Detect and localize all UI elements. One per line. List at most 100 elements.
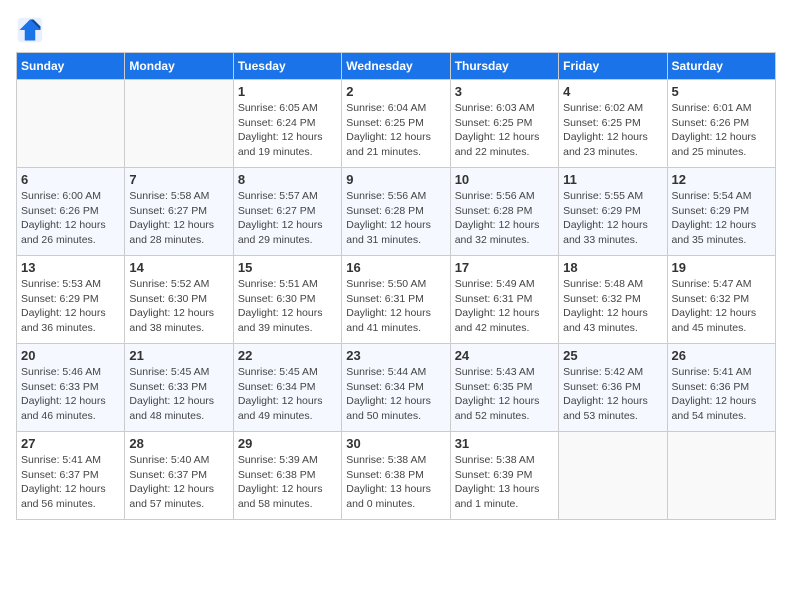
- weekday-header-sunday: Sunday: [17, 53, 125, 80]
- calendar-cell: 3 Sunrise: 6:03 AMSunset: 6:25 PMDaylight…: [450, 80, 558, 168]
- day-info: Sunrise: 5:43 AMSunset: 6:35 PMDaylight:…: [455, 365, 554, 424]
- calendar-cell: [559, 432, 667, 520]
- weekday-header-saturday: Saturday: [667, 53, 775, 80]
- day-info: Sunrise: 5:46 AMSunset: 6:33 PMDaylight:…: [21, 365, 120, 424]
- logo: [16, 16, 48, 44]
- calendar-cell: 17 Sunrise: 5:49 AMSunset: 6:31 PMDayligh…: [450, 256, 558, 344]
- calendar-cell: 4 Sunrise: 6:02 AMSunset: 6:25 PMDaylight…: [559, 80, 667, 168]
- day-number: 20: [21, 348, 120, 363]
- header: [16, 16, 776, 44]
- calendar-cell: 29 Sunrise: 5:39 AMSunset: 6:38 PMDayligh…: [233, 432, 341, 520]
- calendar-cell: 26Sunrise: 5:41 AMSunset: 6:36 PMDayligh…: [667, 344, 775, 432]
- day-info: Sunrise: 5:48 AMSunset: 6:32 PMDaylight:…: [563, 277, 662, 336]
- day-number: 10: [455, 172, 554, 187]
- day-number: 13: [21, 260, 120, 275]
- weekday-header-monday: Monday: [125, 53, 233, 80]
- day-number: 3: [455, 84, 554, 99]
- day-number: 27: [21, 436, 120, 451]
- day-number: 21: [129, 348, 228, 363]
- day-info: Sunrise: 5:38 AMSunset: 6:39 PMDaylight:…: [455, 453, 554, 512]
- day-info: Sunrise: 5:56 AMSunset: 6:28 PMDaylight:…: [346, 189, 445, 248]
- weekday-header-wednesday: Wednesday: [342, 53, 450, 80]
- day-number: 11: [563, 172, 662, 187]
- day-number: 8: [238, 172, 337, 187]
- day-info: Sunrise: 5:44 AMSunset: 6:34 PMDaylight:…: [346, 365, 445, 424]
- page-container: SundayMondayTuesdayWednesdayThursdayFrid…: [16, 16, 776, 520]
- weekday-header-tuesday: Tuesday: [233, 53, 341, 80]
- weekday-header-friday: Friday: [559, 53, 667, 80]
- day-info: Sunrise: 6:03 AMSunset: 6:25 PMDaylight:…: [455, 101, 554, 160]
- calendar-cell: 1 Sunrise: 6:05 AMSunset: 6:24 PMDaylight…: [233, 80, 341, 168]
- calendar-cell: 12 Sunrise: 5:54 AMSunset: 6:29 PMDayligh…: [667, 168, 775, 256]
- day-info: Sunrise: 5:50 AMSunset: 6:31 PMDaylight:…: [346, 277, 445, 336]
- day-number: 29: [238, 436, 337, 451]
- calendar-cell: 2Sunrise: 6:04 AMSunset: 6:25 PMDaylight…: [342, 80, 450, 168]
- day-number: 9: [346, 172, 445, 187]
- calendar-cell: 30 Sunrise: 5:38 AMSunset: 6:38 PMDayligh…: [342, 432, 450, 520]
- day-number: 26: [672, 348, 771, 363]
- calendar-cell: 7 Sunrise: 5:58 AMSunset: 6:27 PMDaylight…: [125, 168, 233, 256]
- day-info: Sunrise: 5:38 AMSunset: 6:38 PMDaylight:…: [346, 453, 445, 512]
- day-info: Sunrise: 6:05 AMSunset: 6:24 PMDaylight:…: [238, 101, 337, 160]
- calendar-week-4: 20 Sunrise: 5:46 AMSunset: 6:33 PMDayligh…: [17, 344, 776, 432]
- day-info: Sunrise: 5:42 AMSunset: 6:36 PMDaylight:…: [563, 365, 662, 424]
- day-number: 24: [455, 348, 554, 363]
- calendar-week-3: 13 Sunrise: 5:53 AMSunset: 6:29 PMDayligh…: [17, 256, 776, 344]
- day-info: Sunrise: 5:47 AMSunset: 6:32 PMDaylight:…: [672, 277, 771, 336]
- day-info: Sunrise: 6:02 AMSunset: 6:25 PMDaylight:…: [563, 101, 662, 160]
- calendar-cell: 23 Sunrise: 5:44 AMSunset: 6:34 PMDayligh…: [342, 344, 450, 432]
- day-number: 12: [672, 172, 771, 187]
- calendar-cell: 10 Sunrise: 5:56 AMSunset: 6:28 PMDayligh…: [450, 168, 558, 256]
- calendar-cell: 9 Sunrise: 5:56 AMSunset: 6:28 PMDaylight…: [342, 168, 450, 256]
- calendar-cell: 20 Sunrise: 5:46 AMSunset: 6:33 PMDayligh…: [17, 344, 125, 432]
- calendar-week-5: 27 Sunrise: 5:41 AMSunset: 6:37 PMDayligh…: [17, 432, 776, 520]
- day-info: Sunrise: 5:57 AMSunset: 6:27 PMDaylight:…: [238, 189, 337, 248]
- day-number: 4: [563, 84, 662, 99]
- day-number: 17: [455, 260, 554, 275]
- day-info: Sunrise: 5:53 AMSunset: 6:29 PMDaylight:…: [21, 277, 120, 336]
- day-number: 23: [346, 348, 445, 363]
- day-number: 6: [21, 172, 120, 187]
- calendar-body: 1 Sunrise: 6:05 AMSunset: 6:24 PMDaylight…: [17, 80, 776, 520]
- day-info: Sunrise: 5:58 AMSunset: 6:27 PMDaylight:…: [129, 189, 228, 248]
- day-info: Sunrise: 5:45 AMSunset: 6:33 PMDaylight:…: [129, 365, 228, 424]
- calendar-cell: 31Sunrise: 5:38 AMSunset: 6:39 PMDayligh…: [450, 432, 558, 520]
- day-info: Sunrise: 6:04 AMSunset: 6:25 PMDaylight:…: [346, 101, 445, 160]
- calendar-week-2: 6Sunrise: 6:00 AMSunset: 6:26 PMDaylight…: [17, 168, 776, 256]
- weekday-row: SundayMondayTuesdayWednesdayThursdayFrid…: [17, 53, 776, 80]
- calendar-cell: 15 Sunrise: 5:51 AMSunset: 6:30 PMDayligh…: [233, 256, 341, 344]
- calendar-cell: 28 Sunrise: 5:40 AMSunset: 6:37 PMDayligh…: [125, 432, 233, 520]
- day-number: 15: [238, 260, 337, 275]
- day-info: Sunrise: 5:39 AMSunset: 6:38 PMDaylight:…: [238, 453, 337, 512]
- calendar-week-1: 1 Sunrise: 6:05 AMSunset: 6:24 PMDaylight…: [17, 80, 776, 168]
- day-info: Sunrise: 5:54 AMSunset: 6:29 PMDaylight:…: [672, 189, 771, 248]
- day-number: 19: [672, 260, 771, 275]
- calendar-cell: 24 Sunrise: 5:43 AMSunset: 6:35 PMDayligh…: [450, 344, 558, 432]
- calendar-header: SundayMondayTuesdayWednesdayThursdayFrid…: [17, 53, 776, 80]
- day-info: Sunrise: 5:41 AMSunset: 6:37 PMDaylight:…: [21, 453, 120, 512]
- day-number: 7: [129, 172, 228, 187]
- day-number: 30: [346, 436, 445, 451]
- calendar-cell: 18 Sunrise: 5:48 AMSunset: 6:32 PMDayligh…: [559, 256, 667, 344]
- day-number: 28: [129, 436, 228, 451]
- calendar-table: SundayMondayTuesdayWednesdayThursdayFrid…: [16, 52, 776, 520]
- day-number: 14: [129, 260, 228, 275]
- logo-icon: [16, 16, 44, 44]
- day-number: 5: [672, 84, 771, 99]
- calendar-cell: 27 Sunrise: 5:41 AMSunset: 6:37 PMDayligh…: [17, 432, 125, 520]
- day-number: 18: [563, 260, 662, 275]
- calendar-cell: 11Sunrise: 5:55 AMSunset: 6:29 PMDayligh…: [559, 168, 667, 256]
- calendar-cell: [667, 432, 775, 520]
- calendar-cell: 21 Sunrise: 5:45 AMSunset: 6:33 PMDayligh…: [125, 344, 233, 432]
- day-info: Sunrise: 5:49 AMSunset: 6:31 PMDaylight:…: [455, 277, 554, 336]
- calendar-cell: 16 Sunrise: 5:50 AMSunset: 6:31 PMDayligh…: [342, 256, 450, 344]
- day-info: Sunrise: 5:40 AMSunset: 6:37 PMDaylight:…: [129, 453, 228, 512]
- day-number: 1: [238, 84, 337, 99]
- calendar-cell: [17, 80, 125, 168]
- day-info: Sunrise: 6:01 AMSunset: 6:26 PMDaylight:…: [672, 101, 771, 160]
- day-info: Sunrise: 5:51 AMSunset: 6:30 PMDaylight:…: [238, 277, 337, 336]
- day-info: Sunrise: 5:56 AMSunset: 6:28 PMDaylight:…: [455, 189, 554, 248]
- day-number: 16: [346, 260, 445, 275]
- calendar-cell: 6Sunrise: 6:00 AMSunset: 6:26 PMDaylight…: [17, 168, 125, 256]
- calendar-cell: 13 Sunrise: 5:53 AMSunset: 6:29 PMDayligh…: [17, 256, 125, 344]
